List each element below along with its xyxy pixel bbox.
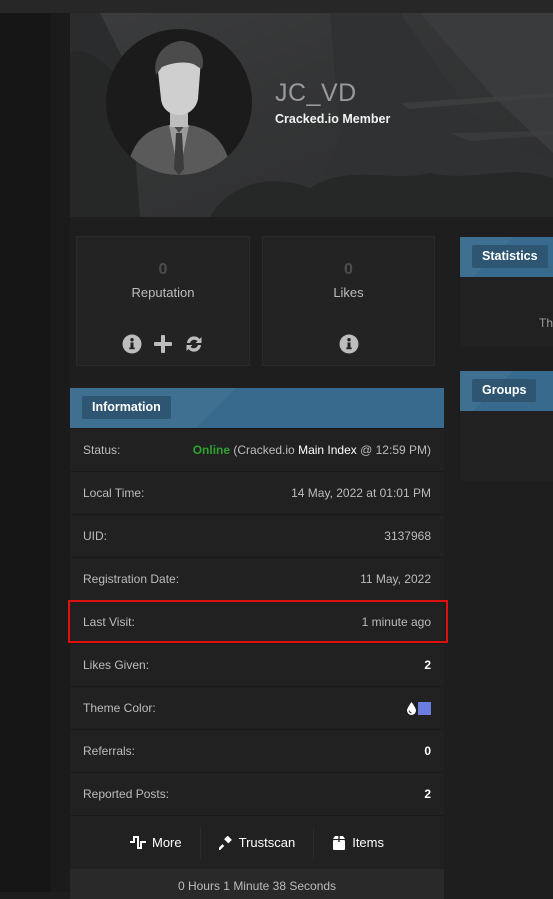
statistics-header: Statistics	[460, 237, 553, 277]
info-row-uid: UID: 3137968	[70, 514, 444, 557]
username: JC_VD	[275, 79, 357, 107]
reputation-value: 0	[158, 261, 168, 278]
theme-color-swatch[interactable]	[418, 701, 431, 715]
referrals-value: 0	[424, 744, 431, 758]
local-time-value: 14 May, 2022 at 01:01 PM	[291, 486, 431, 500]
groups-panel: Groups	[459, 371, 553, 481]
items-label: Items	[352, 835, 384, 850]
avatar[interactable]	[106, 29, 252, 175]
information-title: Information	[82, 396, 171, 419]
uid-label: UID:	[83, 529, 107, 543]
likes-given-label: Likes Given:	[83, 658, 150, 672]
box-icon	[333, 835, 346, 850]
info-row-local-time: Local Time: 14 May, 2022 at 01:01 PM	[70, 471, 444, 514]
plus-icon[interactable]	[152, 333, 174, 355]
likes-box: 0 Likes	[262, 236, 435, 366]
groups-header: Groups	[460, 371, 553, 411]
info-icon[interactable]	[121, 333, 143, 355]
info-row-reported-posts: Reported Posts: 2	[70, 772, 444, 815]
droplet-icon	[407, 701, 416, 715]
profile-banner: JC_VD Cracked.io Member	[70, 13, 553, 217]
information-panel: Information Status: Online (Cracked.io M…	[70, 388, 444, 899]
likes-value: 0	[344, 261, 353, 278]
reputation-box: 0 Reputation	[76, 236, 250, 366]
local-time-label: Local Time:	[83, 486, 145, 500]
more-button[interactable]: More	[112, 826, 201, 859]
info-row-status: Status: Online (Cracked.io Main Index @ …	[70, 428, 444, 471]
profile-actions: More Trustscan Items	[70, 815, 444, 869]
status-label: Status:	[83, 443, 121, 457]
refresh-icon[interactable]	[183, 333, 205, 355]
uid-value: 3137968	[384, 529, 431, 543]
reputation-label: Reputation	[131, 285, 195, 300]
info-row-likes-given: Likes Given: 2	[70, 643, 444, 686]
status-value: Online (Cracked.io Main Index @ 12:59 PM…	[193, 443, 431, 457]
online-status: Online	[192, 443, 231, 457]
top-bar	[0, 0, 553, 13]
theme-color-label: Theme Color:	[83, 701, 156, 715]
likes-given-value: 2	[424, 658, 431, 672]
time-online-text: 0 Hours 1 Minute 38 Seconds	[70, 869, 444, 899]
items-button[interactable]: Items	[314, 827, 402, 859]
status-time: @ 12:59 PM)	[356, 443, 431, 457]
statistics-title: Statistics	[472, 245, 548, 268]
trustscan-button[interactable]: Trustscan	[201, 826, 315, 859]
reported-posts-label: Reported Posts:	[83, 787, 170, 801]
groups-title: Groups	[472, 379, 537, 402]
reported-posts-value: 2	[424, 787, 431, 801]
theme-color-value	[407, 701, 431, 715]
info-row-registration-date: Registration Date: 11 May, 2022	[70, 557, 444, 600]
info-icon[interactable]	[338, 333, 360, 355]
info-row-theme-color: Theme Color:	[70, 686, 444, 729]
pulse-icon	[129, 835, 146, 849]
user-title: Cracked.io Member	[275, 112, 391, 126]
statistics-panel: Statistics Th	[459, 237, 553, 347]
status-location-link[interactable]: Main Index	[298, 443, 357, 457]
last-visit-highlight	[68, 600, 448, 643]
gavel-icon	[218, 835, 232, 850]
registration-date-value: 11 May, 2022	[360, 572, 431, 586]
more-label: More	[151, 835, 182, 850]
left-sidebar	[0, 13, 51, 892]
info-row-referrals: Referrals: 0	[70, 729, 444, 772]
left-sidebar-gutter	[51, 13, 70, 892]
information-header: Information	[70, 388, 444, 428]
referrals-label: Referrals:	[83, 744, 136, 758]
statistics-partial-text: Th	[538, 316, 553, 330]
businessman-avatar-icon	[126, 41, 232, 175]
trustscan-label: Trustscan	[238, 835, 296, 850]
registration-date-label: Registration Date:	[83, 572, 180, 586]
likes-label: Likes	[333, 285, 364, 300]
status-location-prefix: (Cracked.io	[230, 443, 299, 457]
